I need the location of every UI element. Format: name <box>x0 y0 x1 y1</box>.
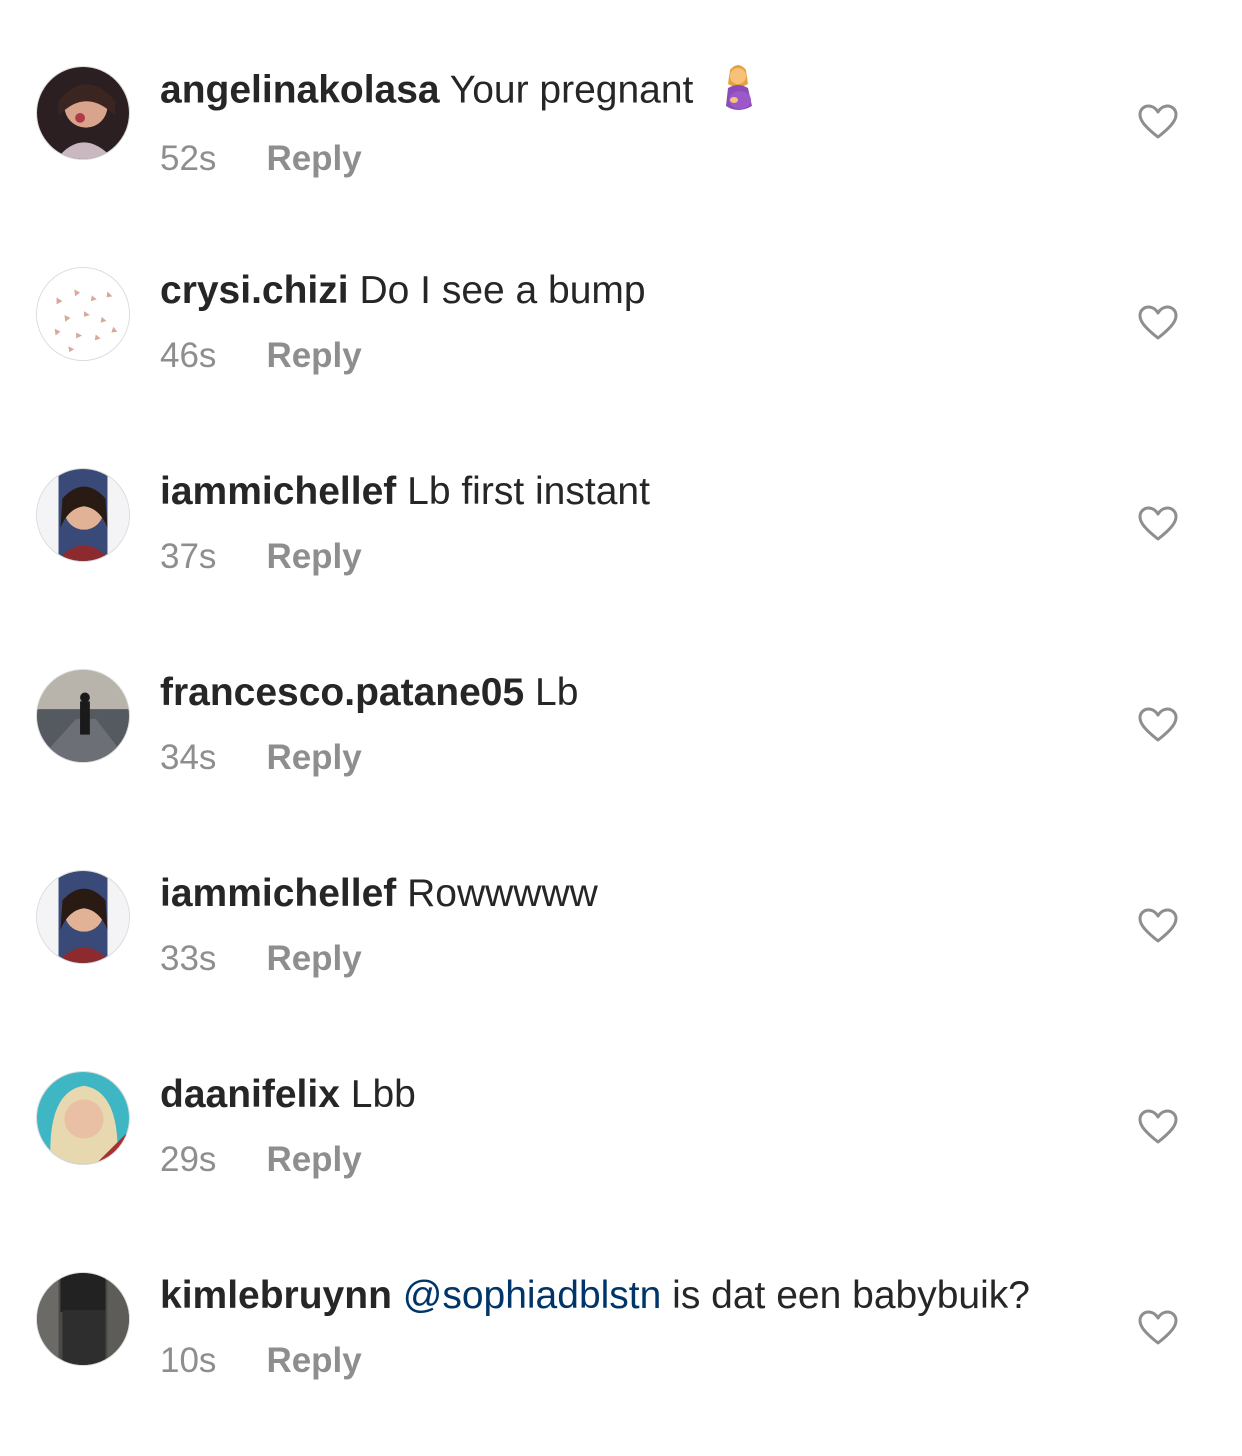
heart-icon[interactable] <box>1138 506 1178 542</box>
avatar[interactable] <box>36 1071 130 1165</box>
comment-time: 37s <box>160 537 217 576</box>
comment-body: Lb first instant <box>407 470 650 513</box>
reply-button[interactable]: Reply <box>266 536 361 578</box>
comment-meta: 33s Reply <box>160 938 1060 980</box>
comment-body: Do I see a bump <box>359 269 646 312</box>
comment-username[interactable]: iammichellef <box>160 872 396 915</box>
comment-text: iammichellef Lb first instant <box>160 468 1060 516</box>
comment-username[interactable]: iammichellef <box>160 470 396 513</box>
heart-icon[interactable] <box>1138 1109 1178 1145</box>
pregnant-woman-emoji-icon <box>718 62 758 114</box>
comment-meta: 52s Reply <box>160 138 1060 180</box>
avatar[interactable] <box>36 468 130 562</box>
comment-username[interactable]: crysi.chizi <box>160 269 349 312</box>
comment-meta: 46s Reply <box>160 335 1060 377</box>
reply-button[interactable]: Reply <box>266 138 361 180</box>
reply-button[interactable]: Reply <box>266 737 361 779</box>
heart-icon[interactable] <box>1138 908 1178 944</box>
reply-button[interactable]: Reply <box>266 938 361 980</box>
heart-icon[interactable] <box>1138 707 1178 743</box>
heart-icon[interactable] <box>1138 1310 1178 1346</box>
avatar[interactable] <box>36 1272 130 1366</box>
avatar[interactable] <box>36 267 130 361</box>
comment-time: 10s <box>160 1341 217 1380</box>
comment-time: 34s <box>160 738 217 777</box>
comment-text: crysi.chizi Do I see a bump <box>160 267 1060 315</box>
reply-button[interactable]: Reply <box>266 335 361 377</box>
reply-button[interactable]: Reply <box>266 1340 361 1382</box>
reply-button[interactable]: Reply <box>266 1139 361 1181</box>
avatar[interactable] <box>36 870 130 964</box>
comment-username[interactable]: angelinakolasa <box>160 68 440 111</box>
comment-time: 33s <box>160 939 217 978</box>
heart-icon[interactable] <box>1138 104 1178 140</box>
avatar[interactable] <box>36 66 130 160</box>
comment-time: 29s <box>160 1140 217 1179</box>
comment-meta: 10s Reply <box>160 1340 1060 1382</box>
comment-body: Lbb <box>350 1073 416 1116</box>
comment-meta: 29s Reply <box>160 1139 1060 1181</box>
comment-time: 46s <box>160 336 217 375</box>
comment-text: kimlebruynn @sophiadblstn is dat een bab… <box>160 1272 1060 1320</box>
comment-text: iammichellef Rowwwww <box>160 870 1060 918</box>
comment-username[interactable]: daanifelix <box>160 1073 340 1116</box>
comment-meta: 37s Reply <box>160 536 1060 578</box>
comment-text: angelinakolasa Your pregnant <box>160 65 1060 118</box>
comment-username[interactable]: francesco.patane05 <box>160 671 524 714</box>
comment-body: Your pregnant <box>449 68 694 112</box>
comment-text: daanifelix Lbb <box>160 1071 1060 1119</box>
comment-meta: 34s Reply <box>160 737 1060 779</box>
comment-time: 52s <box>160 139 217 178</box>
mention-link[interactable]: @sophiadblstn <box>403 1274 662 1317</box>
comment-body: Lb <box>535 671 579 714</box>
avatar[interactable] <box>36 669 130 763</box>
comment-body: Rowwwww <box>407 872 598 915</box>
comment-body: is dat een babybuik? <box>672 1274 1030 1317</box>
comment-text: francesco.patane05 Lb <box>160 669 1060 717</box>
comment-username[interactable]: kimlebruynn <box>160 1274 392 1317</box>
heart-icon[interactable] <box>1138 305 1178 341</box>
